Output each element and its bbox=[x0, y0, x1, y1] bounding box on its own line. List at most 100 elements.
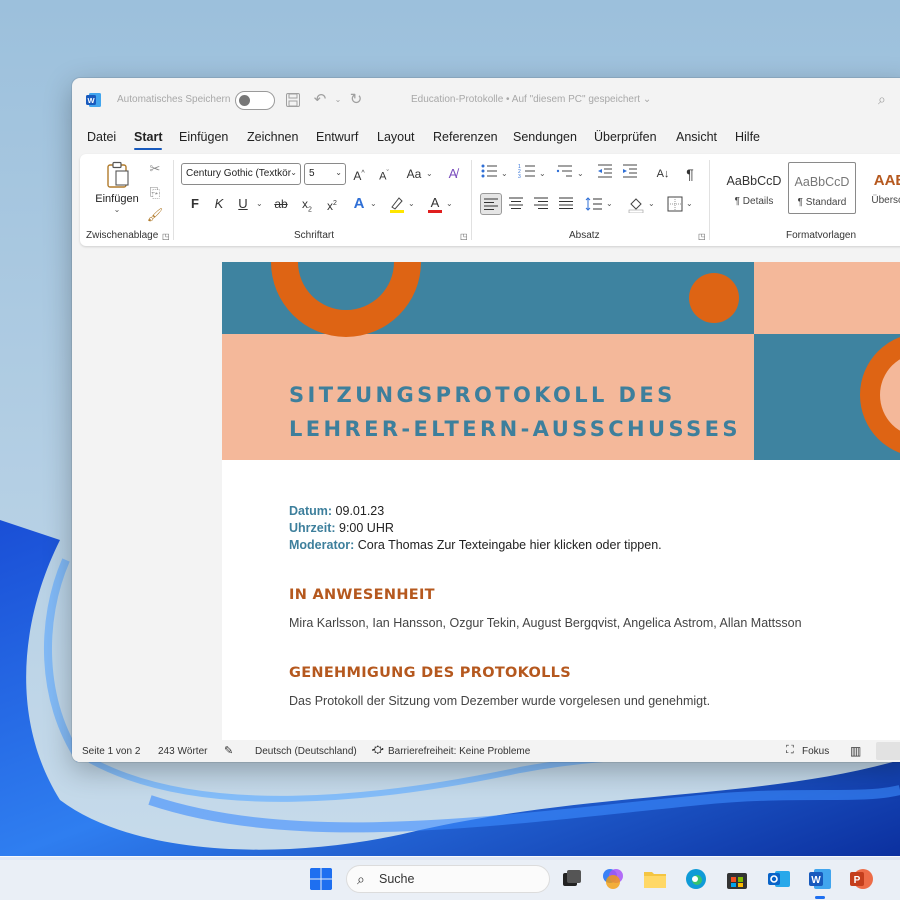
word-count[interactable]: 243 Wörter bbox=[158, 746, 207, 757]
style-heading[interactable]: AAB Übersch bbox=[856, 162, 900, 214]
start-icon[interactable] bbox=[309, 867, 333, 891]
paste-dropdown-icon[interactable]: ⌄ bbox=[92, 205, 142, 214]
document-title[interactable]: Education-Protokolle • Auf "diesem PC" g… bbox=[411, 94, 651, 105]
chevron-down-icon[interactable]: ⌄ bbox=[426, 169, 433, 178]
accessibility-status[interactable]: Barrierefreiheit: Keine Probleme bbox=[388, 746, 530, 757]
paste-button[interactable]: Einfügen ⌄ bbox=[92, 158, 142, 218]
chevron-down-icon: ⌄ bbox=[290, 168, 297, 177]
text-effects-icon[interactable]: A bbox=[348, 193, 370, 215]
tab-ansicht[interactable]: Ansicht bbox=[676, 130, 717, 144]
font-size-value: 5 bbox=[309, 168, 315, 179]
font-size-combo[interactable]: 5 ⌄ bbox=[304, 163, 346, 185]
style-details[interactable]: AaBbCcD ¶ Details bbox=[720, 162, 788, 214]
chevron-down-icon[interactable]: ⌄ bbox=[370, 199, 377, 208]
word-icon[interactable]: W bbox=[808, 867, 832, 891]
decrease-indent-icon[interactable] bbox=[594, 163, 616, 185]
focus-icon[interactable]: ⛶ bbox=[786, 744, 794, 757]
clipboard-launcher-icon[interactable]: ◳ bbox=[162, 232, 170, 241]
font-name-combo[interactable]: Century Gothic (Textkör ⌄ bbox=[181, 163, 301, 185]
multilevel-list-icon[interactable] bbox=[554, 163, 576, 185]
format-painter-icon[interactable]: 🖌 bbox=[144, 204, 166, 226]
edge-icon[interactable] bbox=[684, 867, 708, 891]
align-right-icon[interactable] bbox=[530, 193, 552, 215]
chevron-down-icon[interactable]: ⌄ bbox=[446, 199, 453, 208]
save-icon[interactable] bbox=[283, 90, 303, 110]
tab-sendungen[interactable]: Sendungen bbox=[513, 130, 577, 144]
orange-dot bbox=[689, 273, 739, 323]
paste-label: Einfügen bbox=[95, 193, 139, 205]
strikethrough-button[interactable]: ab bbox=[270, 193, 292, 215]
undo-dropdown-icon[interactable]: ⌄ bbox=[328, 90, 348, 110]
shrink-font-icon[interactable]: Aˇ bbox=[373, 163, 395, 185]
show-formatting-icon[interactable]: ¶ bbox=[679, 163, 701, 185]
underline-button[interactable]: U bbox=[232, 193, 254, 215]
font-launcher-icon[interactable]: ◳ bbox=[460, 232, 468, 241]
bold-button[interactable]: F bbox=[184, 193, 206, 215]
language-label[interactable]: Deutsch (Deutschland) bbox=[255, 746, 357, 757]
tab-start[interactable]: Start bbox=[134, 130, 163, 150]
numbering-icon[interactable]: 123 bbox=[516, 163, 538, 185]
chevron-down-icon[interactable]: ⌄ bbox=[256, 199, 263, 208]
borders-icon[interactable] bbox=[664, 193, 686, 215]
task-view-icon[interactable] bbox=[560, 867, 584, 891]
grow-font-icon[interactable]: A^ bbox=[348, 163, 370, 185]
ribbon: Einfügen ⌄ ✂ ⎘ 🖌 Zwischenablage ◳ Centur… bbox=[80, 154, 900, 246]
tab-ueberpruefen[interactable]: Überprüfen bbox=[594, 130, 657, 144]
proofing-icon[interactable]: ✎ bbox=[224, 744, 233, 757]
shading-icon[interactable] bbox=[625, 193, 647, 215]
outlook-icon[interactable] bbox=[767, 867, 791, 891]
tab-zeichnen[interactable]: Zeichnen bbox=[247, 130, 298, 144]
copy-icon[interactable]: ⎘ bbox=[144, 182, 166, 204]
accessibility-icon[interactable]: ⛮ bbox=[372, 744, 384, 757]
chevron-down-icon[interactable]: ⌄ bbox=[648, 199, 655, 208]
chevron-down-icon[interactable]: ⌄ bbox=[408, 199, 415, 208]
align-center-icon[interactable] bbox=[505, 193, 527, 215]
tab-layout[interactable]: Layout bbox=[377, 130, 415, 144]
group-label-clipboard: Zwischenablage bbox=[86, 230, 159, 241]
tab-referenzen[interactable]: Referenzen bbox=[433, 130, 498, 144]
heading-line-1: SITZUNGSPROTOKOLL DES bbox=[289, 383, 676, 407]
italic-button[interactable]: K bbox=[208, 193, 230, 215]
increase-indent-icon[interactable] bbox=[619, 163, 641, 185]
bullets-icon[interactable] bbox=[478, 163, 500, 185]
undo-icon[interactable]: ↶ bbox=[310, 90, 330, 110]
tab-hilfe[interactable]: Hilfe bbox=[735, 130, 760, 144]
focus-label[interactable]: Fokus bbox=[802, 746, 829, 757]
highlight-icon[interactable] bbox=[386, 193, 408, 215]
chevron-down-icon[interactable]: ⌄ bbox=[606, 199, 613, 208]
style-standard[interactable]: AaBbCcD ¶ Standard bbox=[788, 162, 856, 214]
chevron-down-icon[interactable]: ⌄ bbox=[686, 199, 693, 208]
powerpoint-icon[interactable]: P bbox=[849, 867, 873, 891]
tab-datei[interactable]: Datei bbox=[87, 130, 116, 144]
chevron-down-icon[interactable]: ⌄ bbox=[501, 169, 508, 178]
superscript-icon[interactable]: x2 bbox=[321, 193, 343, 215]
line-spacing-icon[interactable] bbox=[583, 193, 605, 215]
copilot-icon[interactable] bbox=[601, 867, 625, 891]
chevron-down-icon[interactable]: ⌄ bbox=[539, 169, 546, 178]
read-mode-icon[interactable]: ▥ bbox=[850, 744, 861, 758]
sort-icon[interactable]: A↓ bbox=[652, 163, 674, 185]
autosave-toggle[interactable] bbox=[235, 91, 275, 110]
cut-icon[interactable]: ✂ bbox=[144, 158, 166, 180]
align-left-icon[interactable] bbox=[480, 193, 502, 215]
paragraph-launcher-icon[interactable]: ◳ bbox=[698, 232, 706, 241]
clear-formatting-icon[interactable]: A̸ bbox=[442, 163, 464, 185]
document-title-text: Education-Protokolle • Auf "diesem PC" g… bbox=[411, 94, 641, 105]
change-case-button[interactable]: Aa bbox=[400, 163, 428, 185]
chevron-down-icon[interactable]: ⌄ bbox=[577, 169, 584, 178]
redo-icon[interactable]: ↻ bbox=[346, 90, 366, 110]
print-layout-icon[interactable] bbox=[876, 742, 900, 760]
page-count[interactable]: Seite 1 von 2 bbox=[82, 746, 140, 757]
style-sample: AAB bbox=[873, 172, 900, 189]
search-icon[interactable]: ⌕ bbox=[878, 91, 886, 108]
tab-entwurf[interactable]: Entwurf bbox=[316, 130, 358, 144]
file-explorer-icon[interactable] bbox=[643, 867, 667, 891]
store-icon[interactable] bbox=[725, 867, 749, 891]
status-bar: Seite 1 von 2 243 Wörter ✎ Deutsch (Deut… bbox=[72, 740, 900, 762]
taskbar-search[interactable]: ⌕ Suche bbox=[346, 865, 550, 893]
justify-icon[interactable] bbox=[555, 193, 577, 215]
tab-einfuegen[interactable]: Einfügen bbox=[179, 130, 228, 144]
document-page[interactable]: SITZUNGSPROTOKOLL DES LEHRER-ELTERN-AUSS… bbox=[222, 262, 900, 740]
subscript-icon[interactable]: x2 bbox=[296, 193, 318, 215]
font-color-icon[interactable]: A bbox=[424, 193, 446, 215]
